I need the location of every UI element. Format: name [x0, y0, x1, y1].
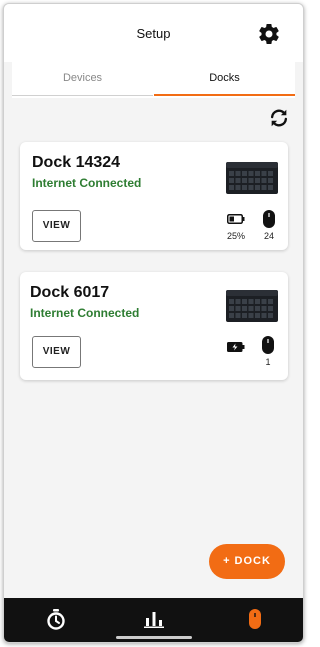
dock-status: Internet Connected [30, 306, 140, 320]
tab-docks[interactable]: Docks [154, 62, 295, 96]
dock-image [226, 162, 278, 194]
charging-icon [227, 342, 245, 352]
device-count: 24 [263, 231, 274, 241]
dock-name: Dock 6017 [30, 284, 110, 301]
add-dock-button[interactable]: + DOCK [209, 544, 285, 579]
tab-bar-top: Devices Docks [12, 62, 295, 98]
stopwatch-icon[interactable] [45, 608, 67, 630]
gear-icon[interactable] [257, 22, 281, 46]
app-frame: Setup Devices Docks Dock 14324 Internet … [3, 3, 304, 643]
dock-image [226, 290, 278, 322]
device-count: 1 [265, 357, 271, 367]
mouse-icon [263, 210, 275, 228]
refresh-icon[interactable] [268, 107, 290, 129]
header: Setup [4, 4, 303, 62]
dock-status: Internet Connected [32, 176, 142, 190]
view-button[interactable]: VIEW [32, 210, 81, 242]
dock-card: Dock 6017 Internet Connected VIEW 1 [20, 272, 288, 380]
home-indicator [116, 636, 192, 639]
bar-chart-icon[interactable] [143, 608, 165, 630]
battery-level: 25% [226, 231, 245, 241]
mouse-icon [262, 336, 274, 354]
bottom-tab-bar [4, 598, 303, 642]
dock-card: Dock 14324 Internet Connected VIEW 25% 2… [20, 142, 288, 250]
battery-icon [227, 214, 245, 224]
tab-devices[interactable]: Devices [12, 62, 153, 96]
device-icon[interactable] [244, 608, 266, 630]
dock-name: Dock 14324 [32, 154, 121, 171]
view-button[interactable]: VIEW [32, 336, 81, 368]
